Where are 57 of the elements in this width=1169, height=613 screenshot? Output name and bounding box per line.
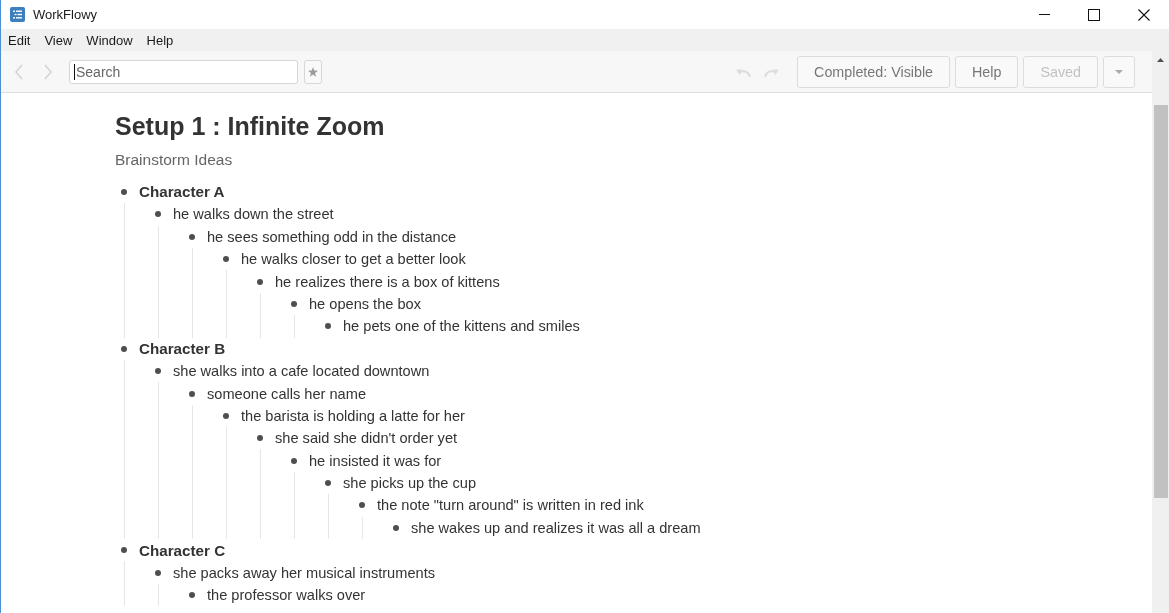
bullet-icon[interactable] xyxy=(291,300,297,307)
toolbar-button[interactable]: Help xyxy=(955,55,1019,88)
maximize-icon[interactable] xyxy=(1088,8,1100,21)
outline-item-text: the professor walks over xyxy=(207,587,366,603)
outline-item-text: he walks closer to get a better look xyxy=(241,251,466,268)
bullet-icon[interactable] xyxy=(325,480,331,487)
bullet-icon[interactable] xyxy=(189,233,195,240)
scroll-up-arrow-icon[interactable] xyxy=(1157,57,1164,62)
caret-down-icon xyxy=(1115,69,1123,74)
outline-item-text: Character C xyxy=(139,541,226,559)
outline-item-text: someone calls her name xyxy=(207,385,366,402)
bullet-icon[interactable] xyxy=(291,457,297,464)
outline-item-text: she packs away her musical instruments xyxy=(173,564,435,581)
bullet-icon[interactable] xyxy=(155,368,161,375)
bullet-icon[interactable] xyxy=(257,278,263,285)
outline-item-text: he walks down the street xyxy=(173,206,334,223)
outline-item-text: he realizes there is a box of kittens xyxy=(275,273,500,290)
outline-item-text: the barista is holding a latte for her xyxy=(241,407,465,424)
bullet-icon[interactable] xyxy=(189,592,195,598)
bullet-icon[interactable] xyxy=(223,256,229,263)
menu-item[interactable]: Window xyxy=(79,32,140,48)
bullet-icon[interactable] xyxy=(223,412,229,419)
document-title: Setup 1 : Infinite Zoom xyxy=(115,111,385,141)
toolbar-button[interactable]: Completed: Visible xyxy=(797,55,951,88)
outline-item-text: she walks into a cafe located downtown xyxy=(173,363,430,380)
window-title: WorkFlowy xyxy=(33,7,98,22)
outline-item-text: he insisted it was for xyxy=(309,452,442,469)
outline-item-text: he sees something odd in the distance xyxy=(207,228,457,245)
menu-item[interactable]: View xyxy=(37,32,80,48)
bullet-icon[interactable] xyxy=(359,502,365,509)
outline-item-text: she picks up the cup xyxy=(343,475,477,492)
bullet-icon[interactable] xyxy=(121,345,127,352)
bullet-icon[interactable] xyxy=(393,524,399,531)
star-icon xyxy=(308,66,318,77)
outline-item-text: he pets one of the kittens and smiles xyxy=(343,318,580,335)
close-icon[interactable] xyxy=(1138,8,1150,21)
list-icon xyxy=(10,7,25,22)
outline-item-text: she wakes up and realizes it was all a dream xyxy=(411,519,701,536)
bullet-icon[interactable] xyxy=(189,390,195,397)
bullet-icon[interactable] xyxy=(121,189,127,195)
bullet-icon[interactable] xyxy=(155,211,161,218)
menu-item[interactable]: Edit xyxy=(1,32,38,48)
outline-item-text: Character B xyxy=(139,340,226,358)
menu-item[interactable]: Help xyxy=(139,32,181,48)
scrollbar-thumb[interactable] xyxy=(1153,105,1168,498)
star-button[interactable] xyxy=(304,59,322,84)
bullet-icon[interactable] xyxy=(325,323,331,330)
search-field[interactable]: Search xyxy=(69,59,298,84)
minimize-icon[interactable] xyxy=(1038,14,1050,15)
bullet-icon[interactable] xyxy=(155,569,161,576)
bullet-icon[interactable] xyxy=(257,435,263,442)
outline-item-text: Character A xyxy=(139,183,225,201)
document-note: Brainstorm Ideas xyxy=(115,150,233,170)
outline-item-text: she said she didn't order yet xyxy=(275,430,458,447)
bullet-icon[interactable] xyxy=(121,547,127,554)
outline-item-text: the note "turn around" is written in red ink xyxy=(377,497,644,514)
outline-item-text: he opens the box xyxy=(309,295,421,312)
